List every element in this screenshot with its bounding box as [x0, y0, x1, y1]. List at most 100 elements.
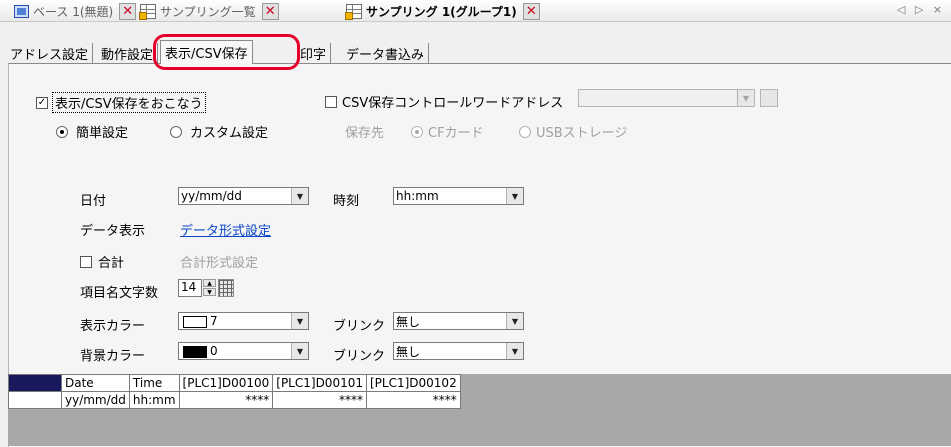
- chevron-down-icon: ▼: [506, 313, 523, 329]
- display-blink-select[interactable]: 無し ▼: [393, 312, 524, 330]
- preview-header-cell: [PLC1]D00101: [272, 374, 367, 392]
- simple-setting-option[interactable]: 簡単設定: [56, 122, 128, 141]
- background-color-select[interactable]: 0 ▼: [178, 342, 309, 360]
- background-blink-value: 無し: [396, 344, 421, 359]
- simple-setting-label: 簡単設定: [76, 126, 129, 141]
- tab-print[interactable]: 印字: [296, 43, 332, 63]
- cf-card-option[interactable]: CFカード: [411, 122, 484, 141]
- preview-table: Date Time [PLC1]D00100 [PLC1]D00101 [PLC…: [8, 374, 461, 409]
- custom-setting-radio[interactable]: [170, 125, 182, 138]
- tab-label: データ書込み: [346, 47, 425, 63]
- document-tab-strip: ベース 1(無題) ✕ サンプリング一覧 ✕ サンプリング 1(グループ1) ✕…: [0, 0, 951, 22]
- doc-tab-sampling-list[interactable]: サンプリング一覧 ✕: [139, 3, 279, 20]
- display-csv-option[interactable]: ✓ 表示/CSV保存をおこなう: [36, 92, 206, 113]
- csv-control-option[interactable]: CSV保存コントロールワードアドレス: [325, 92, 563, 111]
- keypad-icon[interactable]: [760, 89, 778, 107]
- preview-cell: hh:mm: [128, 391, 180, 409]
- preview-cell: ****: [272, 391, 367, 409]
- preview-cell: ****: [178, 391, 274, 409]
- tab-label: 印字: [300, 47, 327, 63]
- doc-tab-label: サンプリング 1(グループ1): [366, 5, 517, 19]
- preview-cell: ****: [365, 391, 461, 409]
- tab-label: アドレス設定: [10, 47, 89, 63]
- doc-tab-sampling-1[interactable]: サンプリング 1(グループ1) ✕: [345, 3, 540, 20]
- tab-data-write[interactable]: データ書込み: [342, 43, 430, 63]
- preview-cell: yy/mm/dd: [61, 391, 130, 409]
- background-color-value: 0: [210, 344, 218, 358]
- total-format-settings-link: 合計形式設定: [180, 256, 259, 271]
- color-swatch: [183, 315, 207, 328]
- tab-label: 動作設定: [101, 47, 154, 63]
- doc-tab-label: ベース 1(無題): [33, 5, 114, 19]
- preview-row-header: [8, 391, 62, 409]
- close-icon[interactable]: ✕: [522, 3, 540, 20]
- doc-tab-nav[interactable]: ◁ ▷ ×: [897, 3, 945, 16]
- spin-up-icon[interactable]: ▲: [203, 279, 216, 287]
- date-format-value: yy/mm/dd: [181, 189, 242, 203]
- color-swatch: [183, 345, 207, 358]
- data-display-label: データ表示: [80, 224, 146, 239]
- cf-card-radio[interactable]: [411, 125, 423, 138]
- tab-display-csv[interactable]: 表示/CSV保存: [160, 40, 253, 64]
- time-format-value: hh:mm: [396, 189, 439, 203]
- keypad-icon[interactable]: [218, 279, 234, 297]
- csv-control-checkbox[interactable]: [325, 95, 337, 108]
- display-csv-checkbox[interactable]: ✓: [36, 96, 48, 109]
- preview-header-cell: Time: [128, 374, 180, 392]
- tab-address-settings[interactable]: アドレス設定: [6, 43, 94, 63]
- display-blink-label: ブリンク: [333, 319, 386, 334]
- csv-control-address-combo[interactable]: ▼: [578, 89, 755, 107]
- doc-tab-base[interactable]: ベース 1(無題) ✕: [14, 3, 137, 20]
- background-blink-label: ブリンク: [333, 349, 386, 364]
- spin-down-icon[interactable]: ▼: [203, 288, 216, 296]
- background-color-label: 背景カラー: [80, 349, 146, 364]
- item-name-chars-spinner[interactable]: ▲ ▼: [203, 279, 216, 297]
- doc-tab-label: サンプリング一覧: [160, 5, 256, 19]
- data-format-settings-link[interactable]: データ形式設定: [180, 220, 271, 239]
- preview-data-row: yy/mm/dd hh:mm **** **** ****: [8, 391, 461, 409]
- chevron-down-icon: ▼: [737, 90, 754, 106]
- chevron-down-icon: ▼: [291, 313, 308, 329]
- chevron-down-icon: ▼: [291, 343, 308, 359]
- date-label: 日付: [80, 194, 107, 209]
- save-dest-label: 保存先: [345, 126, 385, 141]
- display-csv-label: 表示/CSV保存をおこなう: [52, 92, 206, 113]
- tab-label: 表示/CSV保存: [165, 47, 248, 62]
- screen-icon: [14, 5, 29, 18]
- display-color-value: 7: [210, 314, 218, 328]
- preview-row-header: [8, 374, 62, 392]
- time-label: 時刻: [333, 194, 360, 209]
- usb-storage-label: USBストレージ: [536, 126, 628, 141]
- simple-setting-radio[interactable]: [56, 125, 68, 138]
- chevron-down-icon: ▼: [506, 343, 523, 359]
- cf-card-label: CFカード: [428, 126, 484, 141]
- preview-header-cell: [PLC1]D00100: [178, 374, 274, 392]
- chevron-down-icon: ▼: [506, 188, 523, 204]
- preview-table-wrap: Date Time [PLC1]D00100 [PLC1]D00101 [PLC…: [8, 374, 461, 409]
- total-label: 合計: [98, 256, 125, 271]
- display-color-label: 表示カラー: [80, 319, 146, 334]
- total-checkbox[interactable]: [80, 255, 92, 268]
- total-option[interactable]: 合計: [80, 252, 124, 271]
- preview-header-cell: Date: [61, 374, 130, 392]
- preview-header-cell: [PLC1]D00102: [365, 374, 461, 392]
- tab-operation-settings[interactable]: 動作設定: [97, 43, 159, 63]
- chevron-down-icon: ▼: [291, 188, 308, 204]
- usb-storage-option[interactable]: USBストレージ: [519, 122, 627, 141]
- date-format-select[interactable]: yy/mm/dd ▼: [178, 187, 309, 205]
- background-blink-select[interactable]: 無し ▼: [393, 342, 524, 360]
- close-icon[interactable]: ✕: [261, 3, 279, 20]
- preview-header-row: Date Time [PLC1]D00100 [PLC1]D00101 [PLC…: [8, 374, 461, 392]
- table-icon: [139, 4, 156, 20]
- item-name-chars-input[interactable]: 14: [178, 279, 202, 297]
- time-format-select[interactable]: hh:mm ▼: [393, 187, 524, 205]
- display-blink-value: 無し: [396, 314, 421, 329]
- usb-storage-radio[interactable]: [519, 125, 531, 138]
- csv-control-label: CSV保存コントロールワードアドレス: [342, 96, 564, 111]
- close-icon[interactable]: ✕: [119, 3, 137, 20]
- custom-setting-label: カスタム設定: [190, 126, 269, 141]
- table-icon: [345, 4, 362, 20]
- display-color-select[interactable]: 7 ▼: [178, 312, 309, 330]
- item-name-chars-label: 項目名文字数: [80, 286, 159, 301]
- custom-setting-option[interactable]: カスタム設定: [170, 122, 268, 141]
